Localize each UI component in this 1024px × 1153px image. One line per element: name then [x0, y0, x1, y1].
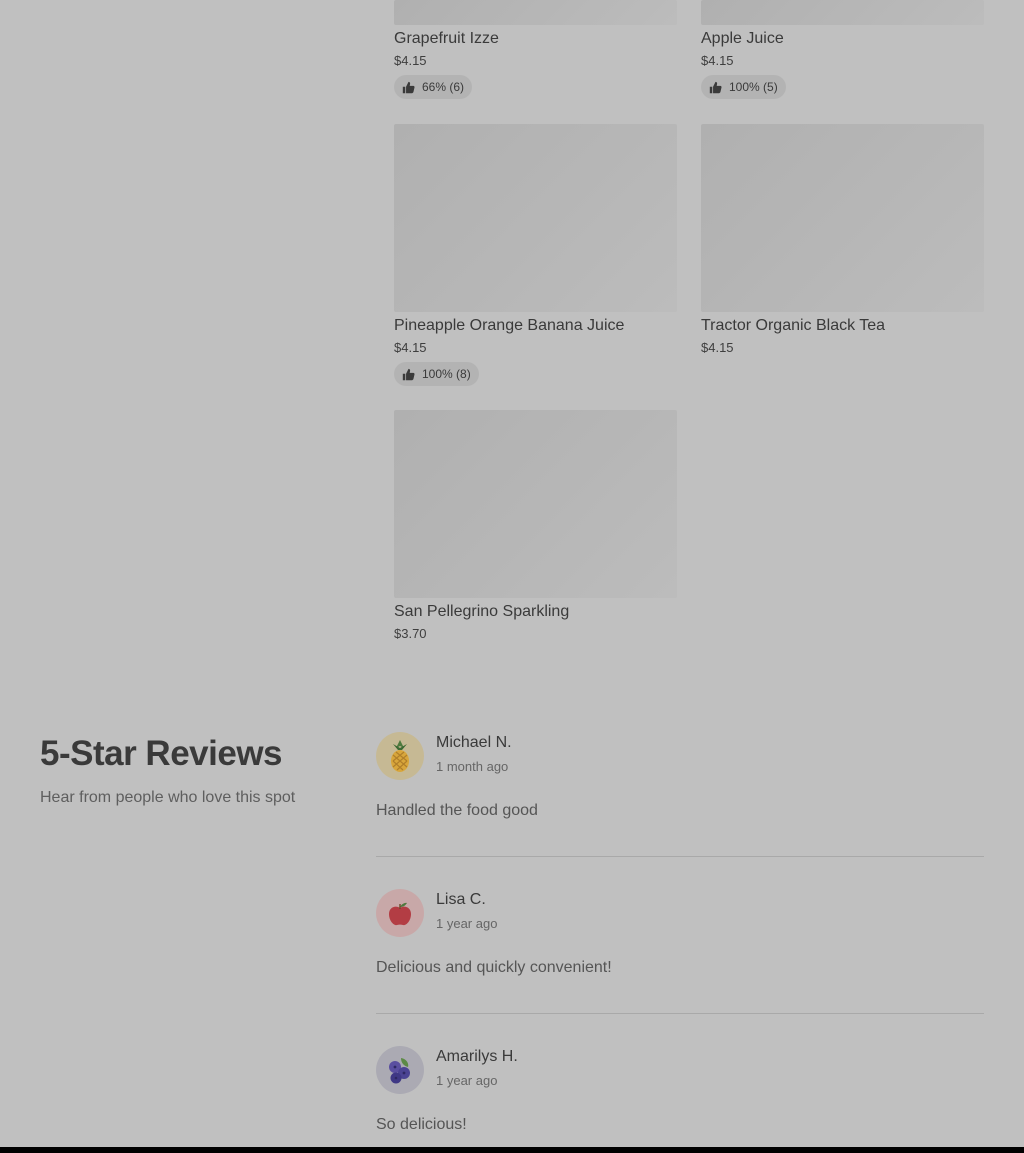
rating-text: 66% (6) [422, 80, 465, 94]
product-card[interactable]: Tractor Organic Black Tea $4.15 [701, 124, 984, 357]
product-price: $3.70 [394, 626, 427, 641]
product-card[interactable]: Pineapple Orange Banana Juice $4.15 100%… [394, 124, 677, 386]
product-card[interactable]: San Pellegrino Sparkling $3.70 [394, 410, 677, 643]
review-time: 1 month ago [436, 759, 509, 774]
review-text: So delicious! [376, 1116, 467, 1133]
product-price: $4.15 [394, 340, 427, 355]
bottom-edge-bar [0, 1147, 1024, 1153]
reviewer-name: Lisa C. [436, 891, 486, 908]
rating-badge: 100% (8) [394, 362, 479, 386]
review-divider [376, 1013, 984, 1014]
review-text: Handled the food good [376, 802, 538, 819]
product-price: $4.15 [394, 53, 427, 68]
reviewer-name: Michael N. [436, 734, 512, 751]
product-name: Grapefruit Izze [394, 30, 499, 47]
product-price: $4.15 [701, 53, 734, 68]
apple-icon [389, 902, 411, 926]
product-card[interactable]: Grapefruit Izze $4.15 66% (6) [394, 0, 677, 99]
thumbs-up-icon [709, 81, 722, 93]
rating-badge: 100% (5) [701, 75, 786, 99]
reviewer-name: Amarilys H. [436, 1048, 518, 1065]
rating-badge: 66% (6) [394, 75, 473, 99]
product-image[interactable] [701, 124, 984, 312]
reviewer-avatar [376, 1046, 424, 1094]
blueberry-icon [389, 1058, 410, 1084]
rating-text: 100% (8) [422, 367, 471, 381]
product-image[interactable] [394, 124, 677, 312]
review-divider [376, 856, 984, 857]
reviewer-avatar [376, 732, 424, 780]
product-image[interactable] [394, 0, 677, 25]
reviews-subtitle: Hear from people who love this spot [40, 789, 296, 806]
product-image[interactable] [394, 410, 677, 598]
product-name: Pineapple Orange Banana Juice [394, 317, 625, 334]
pineapple-icon [391, 740, 409, 772]
product-price: $4.15 [701, 340, 734, 355]
rating-text: 100% (5) [729, 80, 778, 94]
review-text: Delicious and quickly convenient! [376, 959, 612, 976]
product-name: San Pellegrino Sparkling [394, 603, 570, 620]
product-name: Tractor Organic Black Tea [701, 317, 886, 334]
thumbs-up-icon [402, 81, 415, 93]
product-name: Apple Juice [701, 30, 784, 47]
reviewer-avatar [376, 889, 424, 937]
reviews-heading: 5-Star Reviews [40, 734, 283, 773]
product-image[interactable] [701, 0, 984, 25]
review-time: 1 year ago [436, 1073, 498, 1088]
product-card[interactable]: Apple Juice $4.15 100% (5) [701, 0, 984, 99]
thumbs-up-icon [402, 368, 415, 380]
review-time: 1 year ago [436, 916, 498, 931]
